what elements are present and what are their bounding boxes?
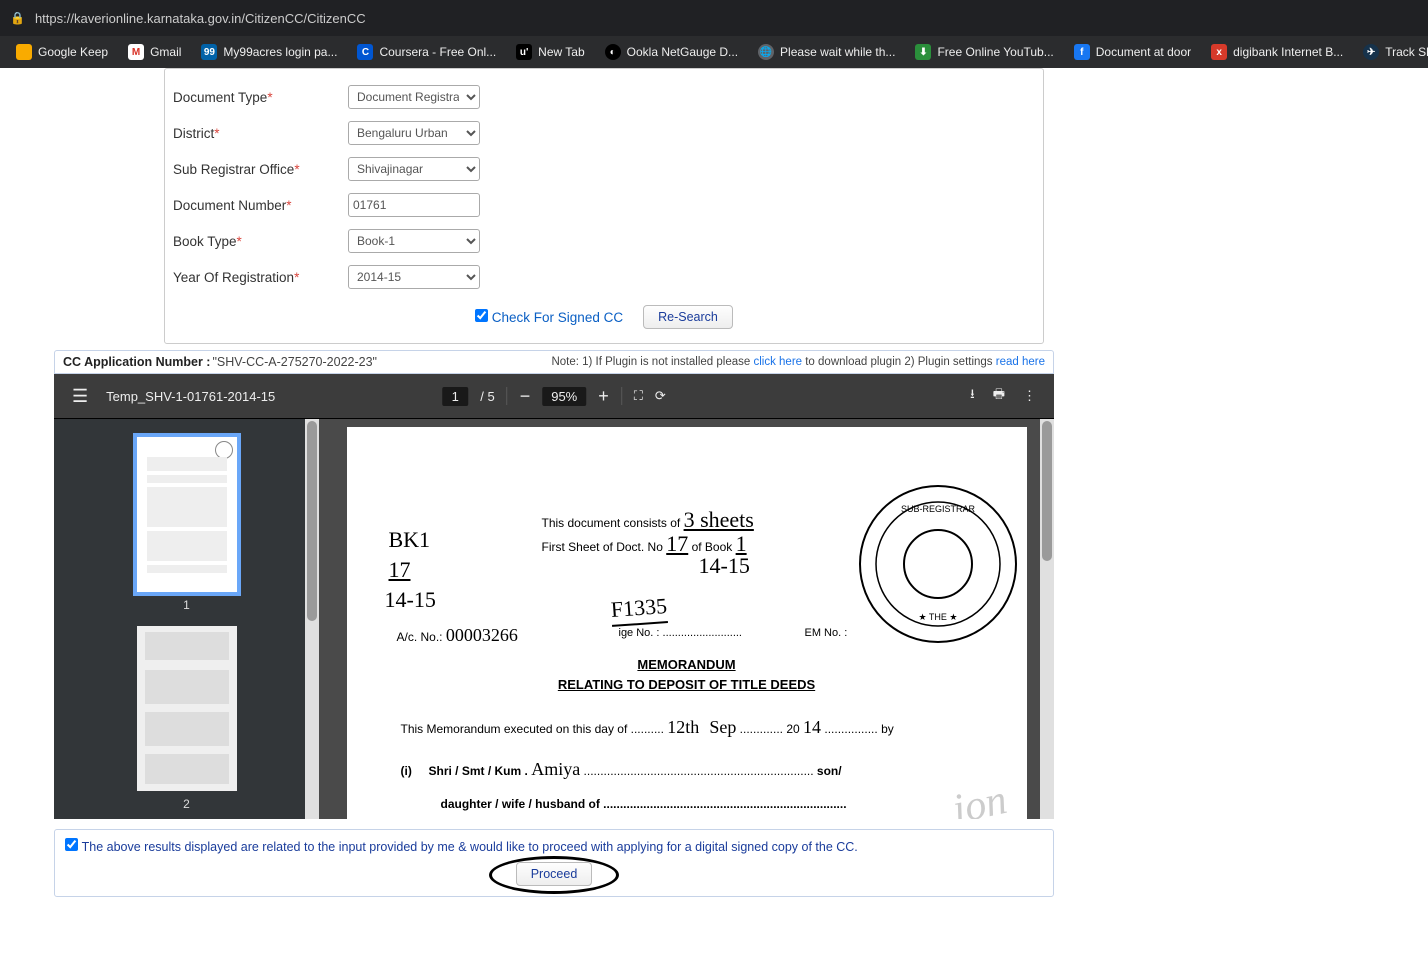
- research-button[interactable]: Re-Search: [643, 305, 733, 329]
- bookmark-digibank[interactable]: xdigibank Internet B...: [1203, 40, 1351, 64]
- pdf-menu-icon[interactable]: ☰: [54, 386, 106, 407]
- consent-text: The above results displayed are related …: [82, 840, 858, 854]
- watermark-ion: ion: [948, 776, 1010, 819]
- book-type-select[interactable]: Book-1: [348, 229, 480, 253]
- memo-line1: This Memorandum executed on this day of …: [401, 717, 1007, 738]
- highlight-oval: [489, 856, 619, 894]
- thumbs-scrollbar[interactable]: [305, 419, 319, 819]
- coursera-icon: C: [357, 44, 373, 60]
- 17-hand: 17: [389, 557, 411, 583]
- keep-icon: [16, 44, 32, 60]
- 99acres-icon: 99: [201, 44, 217, 60]
- zoom-out-icon[interactable]: −: [520, 386, 531, 407]
- pdf-current-page[interactable]: 1: [442, 387, 468, 406]
- label-district: District*: [173, 126, 348, 141]
- pdf-toolbar: ☰ Temp_SHV-1-01761-2014-15 1 / 5 − 95% +…: [54, 374, 1054, 418]
- pdf-page-separator: / 5: [480, 389, 494, 404]
- f1335-hand: F1335: [610, 593, 668, 627]
- sro-select[interactable]: Shivajinagar: [348, 157, 480, 181]
- fit-page-icon[interactable]: ⛶: [634, 388, 643, 404]
- svg-text:SUB-REGISTRAR: SUB-REGISTRAR: [900, 504, 975, 514]
- thumb-1-number: 1: [54, 598, 319, 612]
- download-icon[interactable]: ⭳: [970, 385, 975, 407]
- label-book-type: Book Type*: [173, 234, 348, 249]
- cc-app-label: CC Application Number :: [63, 355, 210, 369]
- browser-address-bar: 🔒 https://kaverionline.karnataka.gov.in/…: [0, 0, 1428, 36]
- rotate-icon[interactable]: ⟳: [655, 388, 666, 404]
- doc-number-input[interactable]: [348, 193, 480, 217]
- consent-panel: The above results displayed are related …: [54, 829, 1054, 897]
- doc-scrollbar[interactable]: [1040, 419, 1054, 819]
- registrar-seal-icon: ★ THE ★ SUB-REGISTRAR: [856, 482, 1021, 647]
- year-select[interactable]: 2014-15: [348, 265, 480, 289]
- bookmark-pleasewait[interactable]: 🌐Please wait while th...: [750, 40, 903, 64]
- bookmark-google-keep[interactable]: Google Keep: [8, 40, 116, 64]
- bookmark-99acres[interactable]: 99My99acres login pa...: [193, 40, 345, 64]
- svg-text:★ THE ★: ★ THE ★: [918, 612, 957, 622]
- thumb-2-number: 2: [54, 797, 319, 811]
- bk-hand: BK1: [389, 527, 431, 553]
- label-doc-number: Document Number*: [173, 198, 348, 213]
- consent-checkbox[interactable]: [65, 838, 78, 851]
- url-text[interactable]: https://kaverionline.karnataka.gov.in/Ci…: [35, 11, 366, 26]
- plugin-read-here-link[interactable]: read here: [996, 356, 1045, 368]
- pdf-thumb-1[interactable]: [137, 437, 237, 592]
- track-icon: ✈: [1363, 44, 1379, 60]
- district-select[interactable]: Bengaluru Urban: [348, 121, 480, 145]
- pdf-page-canvas[interactable]: ★ THE ★ SUB-REGISTRAR This document cons…: [319, 419, 1054, 819]
- memo-line3: daughter / wife / husband of ...........…: [441, 797, 847, 811]
- pdf-thumbnails-panel: 1 2: [54, 419, 319, 819]
- 1415-hand: 14-15: [385, 587, 436, 613]
- pdf-thumb-2[interactable]: [137, 626, 237, 791]
- ige-no: ige No. : ..........................: [619, 627, 743, 639]
- zoom-in-icon[interactable]: +: [598, 386, 609, 407]
- bookmark-newtab[interactable]: u'New Tab: [508, 40, 592, 64]
- print-icon[interactable]: 🖶: [993, 385, 1005, 407]
- search-form-panel: Document Type* Document Registratio Dist…: [164, 68, 1044, 344]
- facebook-icon: f: [1074, 44, 1090, 60]
- pdf-page-1: ★ THE ★ SUB-REGISTRAR This document cons…: [347, 427, 1027, 819]
- bookmark-bluedart[interactable]: ✈Track Shipment Stat...: [1355, 40, 1428, 64]
- label-year: Year Of Registration*: [173, 270, 348, 285]
- bookmark-doc-at-door[interactable]: fDocument at door: [1066, 40, 1199, 64]
- x-icon: x: [1211, 44, 1227, 60]
- doc-consists-line: This document consists of 3 sheets: [542, 507, 754, 533]
- bookmark-youtube[interactable]: ⬇Free Online YouTub...: [907, 40, 1061, 64]
- pdf-viewer: ☰ Temp_SHV-1-01761-2014-15 1 / 5 − 95% +…: [54, 374, 1054, 819]
- down-arrow-icon: ⬇: [915, 44, 931, 60]
- bookmark-coursera[interactable]: CCoursera - Free Onl...: [349, 40, 504, 64]
- label-doc-type: Document Type*: [173, 90, 348, 105]
- memo-subtitle: RELATING TO DEPOSIT OF TITLE DEEDS: [347, 677, 1027, 692]
- check-signed-cc-wrap[interactable]: Check For Signed CC: [475, 309, 623, 325]
- ac-no-line: A/c. No.: 00003266: [397, 625, 518, 646]
- check-signed-cc-label: Check For Signed CC: [492, 310, 623, 325]
- pdf-filename: Temp_SHV-1-01761-2014-15: [106, 389, 275, 404]
- year-hand: 14-15: [699, 553, 750, 579]
- lock-icon: 🔒: [10, 11, 25, 25]
- cc-application-bar: CC Application Number : "SHV-CC-A-275270…: [54, 350, 1054, 374]
- more-icon[interactable]: ⋮: [1023, 388, 1036, 404]
- cc-app-value: "SHV-CC-A-275270-2022-23": [212, 355, 377, 369]
- doc-type-select[interactable]: Document Registratio: [348, 85, 480, 109]
- plugin-note: Note: 1) If Plugin is not installed plea…: [551, 356, 1045, 368]
- globe-icon: 🌐: [758, 44, 774, 60]
- em-no: EM No. :: [805, 627, 848, 639]
- bookmark-ookla[interactable]: ◐Ookla NetGauge D...: [597, 40, 746, 64]
- memo-line2: (i) Shri / Smt / Kum . Amiya ...........…: [401, 759, 1007, 780]
- bookmarks-bar: Google Keep MGmail 99My99acres login pa.…: [0, 36, 1428, 68]
- plugin-click-here-link[interactable]: click here: [753, 356, 802, 368]
- bookmark-gmail[interactable]: MGmail: [120, 40, 189, 64]
- pdf-zoom-level[interactable]: 95%: [542, 387, 586, 406]
- label-sro: Sub Registrar Office*: [173, 162, 348, 177]
- check-signed-cc[interactable]: [475, 309, 488, 322]
- gmail-icon: M: [128, 44, 144, 60]
- ookla-icon: ◐: [605, 44, 621, 60]
- memo-title: MEMORANDUM: [347, 657, 1027, 672]
- u-icon: u': [516, 44, 532, 60]
